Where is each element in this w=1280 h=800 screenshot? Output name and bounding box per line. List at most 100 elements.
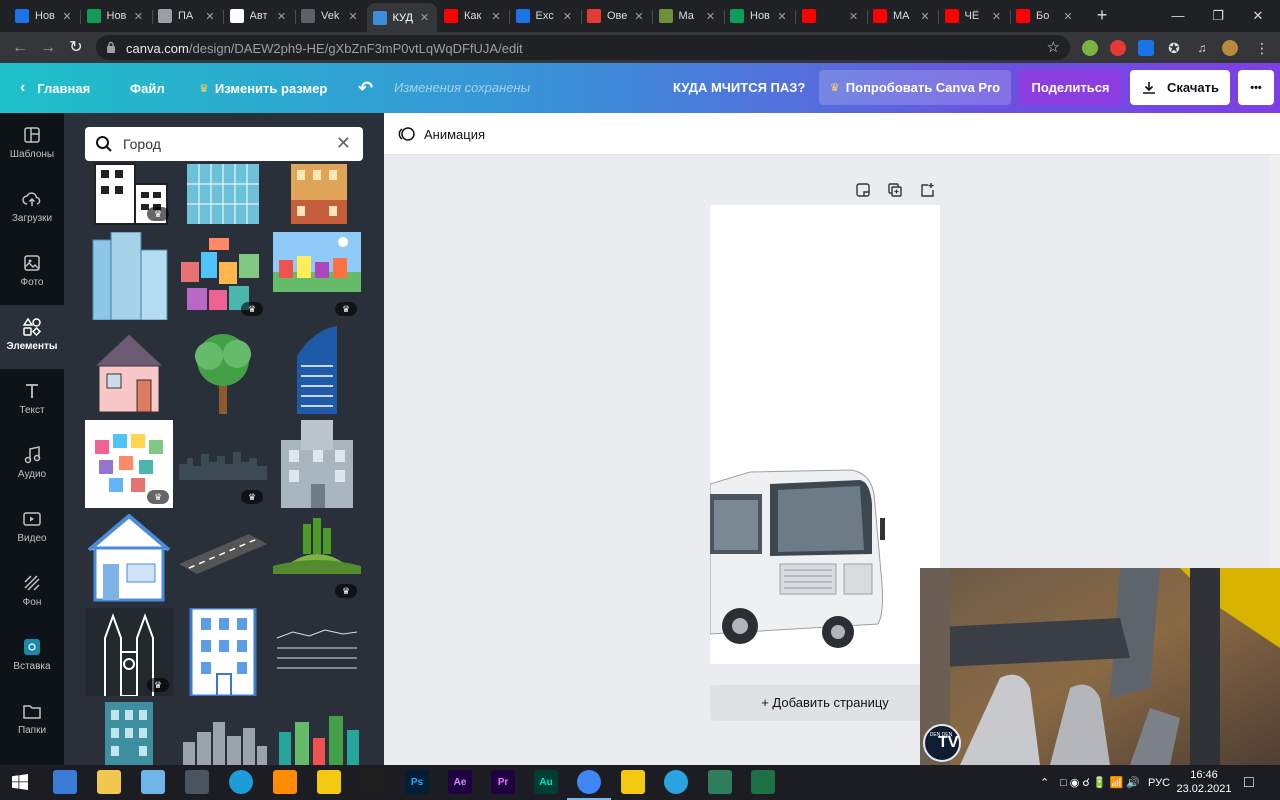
taskbar-app-icon[interactable] [708,770,732,794]
close-window-button[interactable]: ✕ [1248,6,1268,26]
close-tab-icon[interactable]: ✕ [419,11,431,24]
taskbar-premiere-icon[interactable]: Pr [491,770,515,794]
more-options-button[interactable]: ••• [1238,70,1274,105]
rail-item-upload-cloud[interactable]: Загрузки [0,177,64,241]
new-tab-button[interactable]: + [1092,6,1112,26]
resize-button[interactable]: ♛ Изменить размер [199,63,327,113]
rail-item-text[interactable]: Текст [0,369,64,433]
rail-item-music[interactable]: Аудио [0,433,64,497]
element-thumbnail-road[interactable] [179,514,267,602]
element-thumbnail-apartment-block[interactable] [273,163,361,225]
element-thumbnail-blue-skyscraper[interactable] [273,326,361,414]
close-tab-icon[interactable]: ✕ [133,10,145,23]
address-bar[interactable]: canva.com/design/DAEW2ph9-HE/gXbZnF3mP0v… [96,35,1070,60]
search-box[interactable]: ✕ [85,127,363,161]
browser-tab[interactable]: Нов ✕ [724,4,794,28]
element-thumbnail-blue-white-building[interactable] [179,606,267,698]
close-tab-icon[interactable]: ✕ [61,10,73,23]
taskbar-power-bi-icon[interactable] [317,770,341,794]
taskbar-calculator-icon[interactable] [185,770,209,794]
taskbar-photoshop-icon[interactable]: Ps [405,770,429,794]
clear-search-icon[interactable]: ✕ [336,133,351,154]
taskbar-file-explorer-icon[interactable] [97,770,121,794]
element-thumbnail-colorful-houses[interactable]: ♛ [179,232,267,320]
bus-image[interactable] [710,464,940,664]
profile-avatar[interactable] [1222,40,1238,56]
element-thumbnail-grey-building[interactable] [273,420,361,508]
rail-item-folder[interactable]: Папки [0,689,64,753]
download-button[interactable]: Скачать [1130,70,1230,105]
animation-button[interactable]: Анимация [398,125,485,143]
video-overlay[interactable]: DEN DEN TV [920,568,1280,765]
browser-tab[interactable]: Vek ✕ [295,4,365,28]
close-tab-icon[interactable]: ✕ [204,10,216,23]
browser-tab[interactable]: МА ✕ [867,4,937,28]
add-page-button[interactable]: + Добавить страницу [710,685,940,721]
element-thumbnail-green-tree[interactable] [179,326,267,414]
element-thumbnail-cartoon-town[interactable]: ♛ [273,232,361,320]
element-thumbnail-pink-house[interactable] [85,326,173,414]
forward-button[interactable]: → [38,38,58,58]
taskbar-visual-studio-icon[interactable] [53,770,77,794]
duplicate-page-icon[interactable] [887,182,903,198]
taskbar-telegram-icon[interactable] [664,770,688,794]
browser-tab[interactable]: ПА ✕ [152,4,222,28]
add-page-icon[interactable] [919,182,935,198]
close-tab-icon[interactable]: ✕ [276,10,288,23]
taskbar-after-effects-icon[interactable]: Ae [448,770,472,794]
close-tab-icon[interactable]: ✕ [705,10,717,23]
system-clock[interactable]: 16:46 23.02.2021 [1176,768,1232,796]
close-tab-icon[interactable]: ✕ [562,10,574,23]
design-page[interactable] [710,205,940,664]
browser-tab[interactable]: ✕ [796,4,866,28]
rail-item-video[interactable]: Видео [0,497,64,561]
browser-tab[interactable]: Ма ✕ [653,4,723,28]
browser-tab[interactable]: Нов ✕ [81,4,151,28]
element-thumbnail-glass-tower[interactable] [85,231,173,321]
close-tab-icon[interactable]: ✕ [991,10,1003,23]
browser-tab[interactable]: КУД ✕ [366,3,437,32]
undo-button[interactable]: ↶ [358,63,373,113]
element-thumbnail-office-building-outline[interactable]: ♛ [85,163,173,225]
browser-tab[interactable]: Как ✕ [438,4,508,28]
taskbar-windows-icon[interactable] [8,770,32,794]
taskbar-far-manager-icon[interactable] [621,770,645,794]
adblock-icon[interactable] [1110,40,1126,56]
media-control-icon[interactable]: ♫ [1194,40,1210,56]
file-menu-button[interactable]: Файл [130,63,165,113]
close-tab-icon[interactable]: ✕ [490,10,502,23]
element-thumbnail-glass-building[interactable] [179,163,267,225]
close-tab-icon[interactable]: ✕ [919,10,931,23]
extension-icon[interactable] [1082,40,1098,56]
taskbar-excel-icon[interactable] [751,770,775,794]
close-tab-icon[interactable]: ✕ [776,10,788,23]
browser-tab[interactable]: Ове ✕ [581,4,651,28]
rail-item-templates[interactable]: Шаблоны [0,113,64,177]
language-indicator[interactable]: РУС [1148,765,1170,800]
browser-tab[interactable]: Нов ✕ [9,4,79,28]
share-button[interactable]: Поделиться [1019,70,1122,105]
browser-menu-icon[interactable]: ⋮ [1254,40,1270,56]
close-tab-icon[interactable]: ✕ [848,10,860,23]
reload-button[interactable]: ↻ [66,38,86,58]
minimize-button[interactable]: — [1168,6,1188,26]
home-button[interactable]: ‹ Главная [20,63,90,113]
taskbar-audition-icon[interactable]: Au [534,770,558,794]
rail-item-photo[interactable]: Фото [0,241,64,305]
restore-button[interactable]: ❐ [1208,6,1228,26]
taskbar-figma-icon[interactable] [361,770,385,794]
back-button[interactable]: ← [10,38,30,58]
browser-tab[interactable]: ЧЁ ✕ [939,4,1009,28]
extension-icon[interactable] [1138,40,1154,56]
element-thumbnail-city-skyline-dark[interactable]: ♛ [179,420,267,508]
taskbar-edge-icon[interactable] [229,770,253,794]
taskbar-chrome-icon[interactable] [577,770,601,794]
taskbar-notepad-icon[interactable] [141,770,165,794]
browser-tab[interactable]: Авт ✕ [224,4,294,28]
search-input[interactable] [123,134,323,154]
bookmark-star-icon[interactable]: ☆ [1047,38,1060,56]
element-thumbnail-grey-skyline[interactable] [179,702,267,765]
browser-tab[interactable]: Exc ✕ [510,4,580,28]
element-thumbnail-green-hill-city[interactable]: ♛ [273,514,361,602]
close-tab-icon[interactable]: ✕ [347,10,359,23]
